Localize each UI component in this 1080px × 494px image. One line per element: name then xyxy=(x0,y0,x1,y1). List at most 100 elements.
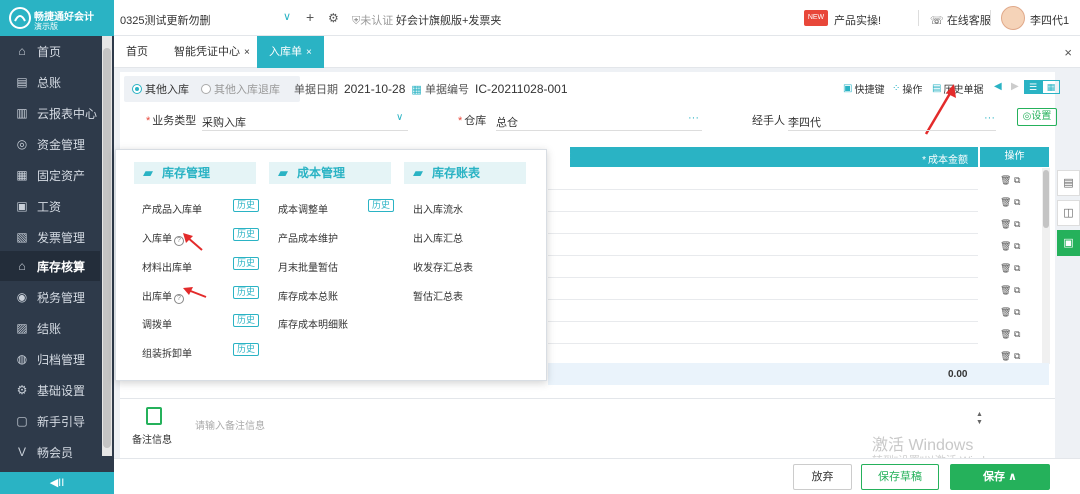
menu-item-cost-detail[interactable]: 库存成本明细账 xyxy=(278,316,348,331)
menu-item-stock-summary[interactable]: 收发存汇总表 xyxy=(413,259,473,274)
sidebar-item-assets[interactable]: ▦ 固定资产 xyxy=(0,160,100,190)
history-link[interactable]: 历史 xyxy=(233,199,260,212)
table-row[interactable] xyxy=(548,322,978,344)
sidebar-item-home[interactable]: ⌂ 首页 xyxy=(0,36,100,66)
certification-status[interactable]: ⛨未认证 xyxy=(352,12,393,28)
operations-button[interactable]: ⁘ 操作 xyxy=(892,81,922,96)
copy-icon[interactable]: ⧉ xyxy=(1014,263,1020,273)
date-value[interactable]: 2021-10-28 xyxy=(344,82,405,96)
table-row[interactable] xyxy=(548,300,978,322)
copy-icon[interactable]: ⧉ xyxy=(1014,241,1020,251)
copy-icon[interactable]: ⧉ xyxy=(1014,307,1020,317)
shortcut-button[interactable]: ▣ 快捷键 xyxy=(843,81,884,96)
copy-icon[interactable]: ⧉ xyxy=(1014,197,1020,207)
new-badge-icon[interactable]: NEW xyxy=(804,10,828,26)
delete-icon[interactable]: 🗑 xyxy=(1000,197,1011,207)
clipboard-icon[interactable]: ▤ xyxy=(1057,170,1080,196)
save-draft-button[interactable]: 保存草稿 xyxy=(861,464,939,490)
close-icon[interactable]: × xyxy=(1064,45,1072,60)
calendar-icon[interactable]: ▦ xyxy=(411,84,421,96)
avatar[interactable] xyxy=(1001,6,1025,30)
handler-select[interactable]: 李四代 xyxy=(788,114,821,130)
doc-date[interactable]: 单据日期 2021-10-28 ▦ xyxy=(294,81,422,97)
menu-item-product-cost[interactable]: 产品成本维护 xyxy=(278,230,338,245)
menu-item-outbound[interactable]: 出库单? xyxy=(142,288,184,304)
card-view-icon[interactable]: ▦ xyxy=(1042,80,1060,94)
table-row[interactable] xyxy=(548,168,978,190)
form-icon[interactable]: ▣ xyxy=(1057,230,1080,256)
scrollbar-thumb[interactable] xyxy=(1043,170,1049,228)
chevron-down-icon[interactable]: ∨ xyxy=(283,10,291,23)
delete-icon[interactable]: 🗑 xyxy=(1000,263,1011,273)
sidebar-item-invoice[interactable]: ▧ 发票管理 xyxy=(0,222,100,252)
next-arrow-icon[interactable]: ▶ xyxy=(1011,81,1019,92)
settings-doc-icon[interactable]: ◫ xyxy=(1057,200,1080,226)
warehouse-select[interactable]: 总仓 xyxy=(496,114,518,130)
sidebar-item-guide[interactable]: ▢ 新手引导 xyxy=(0,406,100,436)
copy-icon[interactable]: ⧉ xyxy=(1014,329,1020,339)
menu-item-inbound[interactable]: 入库单? xyxy=(142,230,184,246)
delete-icon[interactable]: 🗑 xyxy=(1000,285,1011,295)
sidebar-item-ledger[interactable]: ▤ 总账 xyxy=(0,67,100,97)
delete-icon[interactable]: 🗑 xyxy=(1000,175,1011,185)
sidebar-item-inventory[interactable]: ⌂ 库存核算 xyxy=(0,251,100,281)
chevron-down-icon[interactable]: ∨ xyxy=(396,112,403,123)
delete-icon[interactable]: 🗑 xyxy=(1000,351,1011,361)
history-link[interactable]: 历史 xyxy=(233,228,260,241)
copy-icon[interactable]: ⧉ xyxy=(1014,219,1020,229)
discard-button[interactable]: 放弃 xyxy=(793,464,852,490)
history-link[interactable]: 历史 xyxy=(233,314,260,327)
product-practice-link[interactable]: 产品实操! xyxy=(834,12,881,28)
save-button[interactable]: 保存 ∧ xyxy=(950,464,1050,490)
sidebar-item-reports[interactable]: ▥ 云报表中心 xyxy=(0,98,100,128)
delete-icon[interactable]: 🗑 xyxy=(1000,307,1011,317)
menu-item-assembly[interactable]: 组装拆卸单 xyxy=(142,345,192,360)
radio-other-inbound[interactable]: 其他入库 xyxy=(132,81,189,97)
menu-item-summary[interactable]: 出入库汇总 xyxy=(413,230,463,245)
table-row[interactable] xyxy=(548,278,978,300)
close-icon[interactable]: × xyxy=(244,47,250,58)
sidebar-item-member[interactable]: V 畅会员 xyxy=(0,437,100,467)
close-icon[interactable]: × xyxy=(306,47,312,58)
add-icon[interactable]: + xyxy=(306,9,314,25)
copy-icon[interactable]: ⧉ xyxy=(1014,285,1020,295)
memo-input[interactable]: 请输入备注信息 xyxy=(195,417,265,432)
tab-voucher-center[interactable]: 智能凭证中心 × xyxy=(174,36,250,68)
table-row[interactable] xyxy=(548,212,978,234)
delete-icon[interactable]: 🗑 xyxy=(1000,329,1011,339)
menu-item-transfer[interactable]: 调拨单 xyxy=(142,316,172,331)
menu-item-estimate-summary[interactable]: 暂估汇总表 xyxy=(413,288,463,303)
sidebar-item-closing[interactable]: ▨ 结账 xyxy=(0,313,100,343)
table-row[interactable] xyxy=(548,256,978,278)
account-selector[interactable]: 0325测试更新勿删 xyxy=(120,12,210,28)
resize-stepper-icon[interactable]: ▲ ▼ xyxy=(976,411,983,427)
history-link[interactable]: 历史 xyxy=(233,286,260,299)
grid-scrollbar[interactable] xyxy=(1042,168,1050,364)
sidebar-item-salary[interactable]: ▣ 工资 xyxy=(0,191,100,221)
settings-button[interactable]: ◎设置 xyxy=(1017,108,1057,126)
menu-item-material-outbound[interactable]: 材料出库单 xyxy=(142,259,192,274)
menu-item-flow[interactable]: 出入库流水 xyxy=(413,201,463,216)
sidebar-scrollbar[interactable] xyxy=(102,36,112,456)
more-icon[interactable]: ··· xyxy=(984,112,995,124)
copy-icon[interactable]: ⧉ xyxy=(1014,351,1020,361)
list-view-icon[interactable]: ☰ xyxy=(1024,80,1042,94)
delete-icon[interactable]: 🗑 xyxy=(1000,219,1011,229)
scrollbar-thumb[interactable] xyxy=(103,48,111,448)
copy-icon[interactable]: ⧉ xyxy=(1014,175,1020,185)
menu-item-cost-adjust[interactable]: 成本调整单 xyxy=(278,201,328,216)
sidebar-item-funds[interactable]: ◎ 资金管理 xyxy=(0,129,100,159)
tab-home[interactable]: 首页 xyxy=(126,36,148,68)
sidebar-item-tax[interactable]: ◉ 税务管理 xyxy=(0,282,100,312)
tab-inbound[interactable]: 入库单 × xyxy=(257,36,324,68)
table-row[interactable] xyxy=(548,190,978,212)
biz-type-select[interactable]: 采购入库 xyxy=(202,114,246,130)
delete-icon[interactable]: 🗑 xyxy=(1000,241,1011,251)
brand[interactable]: 畅捷通好会计 演示版 xyxy=(0,0,114,36)
menu-item-cost-ledger[interactable]: 库存成本总账 xyxy=(278,288,338,303)
more-icon[interactable]: ··· xyxy=(688,112,699,124)
sidebar-item-settings[interactable]: ⚙ 基础设置 xyxy=(0,375,100,405)
prev-arrow-icon[interactable]: ◀ xyxy=(994,81,1002,92)
table-row[interactable] xyxy=(548,234,978,256)
online-service-link[interactable]: ☏ 在线客服 xyxy=(930,12,991,28)
